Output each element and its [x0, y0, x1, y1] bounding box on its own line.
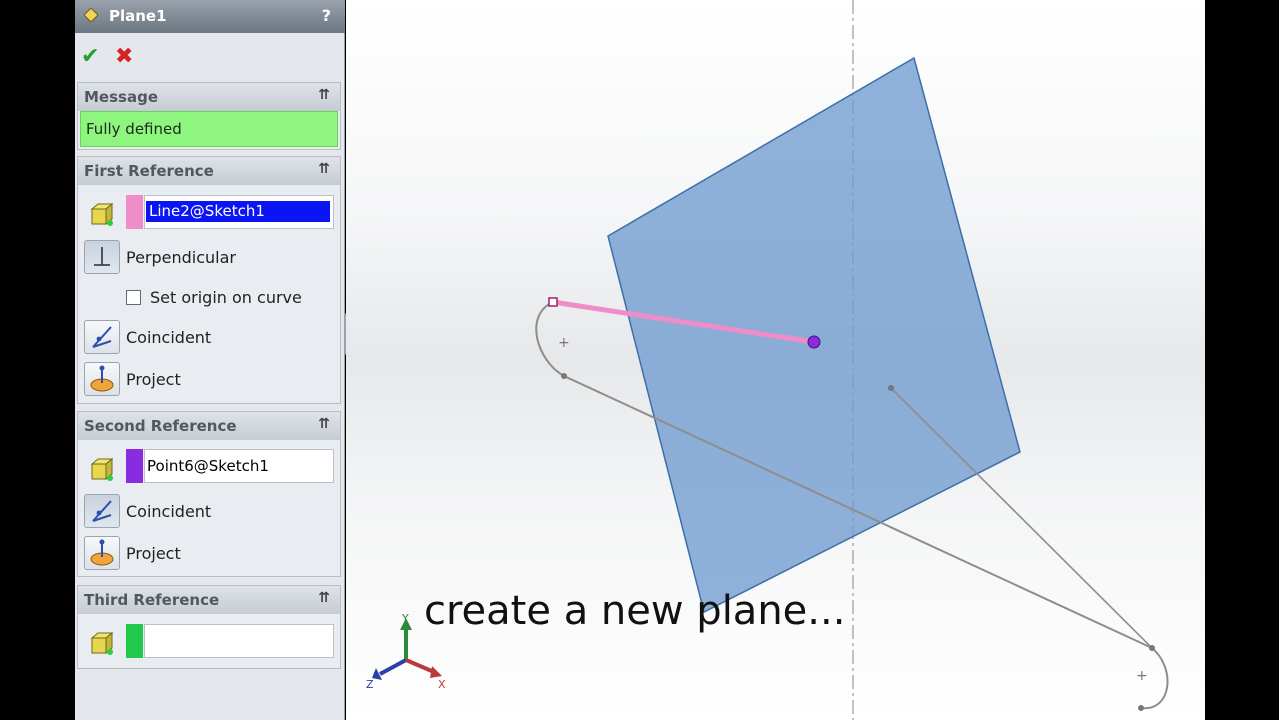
- plane-feature-icon: [84, 8, 98, 22]
- coincident-button[interactable]: [84, 320, 120, 354]
- panel-title: Plane1: [109, 7, 167, 25]
- third-reference-selection-box[interactable]: [144, 624, 334, 658]
- project-icon: [90, 539, 114, 566]
- third-reference-title: Third Reference: [84, 591, 220, 609]
- coincident-button[interactable]: [84, 494, 120, 528]
- third-reference-color-swatch: [126, 624, 143, 658]
- cancel-button[interactable]: ✖: [115, 44, 133, 69]
- set-origin-checkbox[interactable]: [126, 290, 141, 305]
- arc-center-mark: +: [1136, 668, 1148, 684]
- sketch-point[interactable]: [888, 385, 894, 391]
- sketch-point[interactable]: [1138, 705, 1144, 711]
- reference-cube-icon[interactable]: [86, 454, 116, 484]
- sketch-point[interactable]: [561, 373, 567, 379]
- property-manager-panel: Plane1 ? ✔ ✖ Message ⇈ Fully defined Fir…: [75, 0, 345, 720]
- second-reference-value: Point6@Sketch1: [147, 457, 269, 475]
- message-group-header[interactable]: Message ⇈: [78, 83, 340, 111]
- right-letterbox: [1205, 0, 1279, 720]
- collapse-icon[interactable]: ⇈: [318, 87, 330, 103]
- second-reference-selection-box[interactable]: Point6@Sketch1: [144, 449, 334, 483]
- project-label: Project: [126, 370, 181, 389]
- second-reference-title: Second Reference: [84, 417, 237, 435]
- help-button[interactable]: ?: [322, 6, 331, 25]
- status-message: Fully defined: [80, 111, 338, 147]
- coincident-icon: [92, 326, 112, 348]
- perpendicular-label: Perpendicular: [126, 248, 237, 267]
- set-origin-label: Set origin on curve: [150, 288, 302, 307]
- selected-point-point6[interactable]: [807, 335, 821, 349]
- perpendicular-button[interactable]: [84, 240, 120, 274]
- second-reference-color-swatch: [126, 449, 143, 483]
- collapse-icon[interactable]: ⇈: [318, 161, 330, 177]
- third-reference-group: Third Reference ⇈: [77, 585, 341, 669]
- first-reference-title: First Reference: [84, 162, 214, 180]
- graphics-area[interactable]: + + Y Z X create a new plane...: [346, 0, 1205, 720]
- video-caption: create a new plane...: [424, 588, 846, 634]
- panel-titlebar: Plane1 ?: [75, 0, 345, 33]
- line-endpoint-handle[interactable]: [548, 297, 558, 307]
- reference-plane[interactable]: [607, 56, 1021, 614]
- collapse-icon[interactable]: ⇈: [318, 416, 330, 432]
- project-label: Project: [126, 544, 181, 563]
- triad-y-label: Y: [401, 612, 409, 625]
- coincident-label: Coincident: [126, 328, 212, 347]
- reference-cube-icon[interactable]: [86, 628, 116, 658]
- project-button[interactable]: [84, 536, 120, 570]
- reference-cube-icon[interactable]: [86, 199, 116, 229]
- second-reference-header[interactable]: Second Reference ⇈: [78, 412, 340, 440]
- sketch-line[interactable]: [890, 387, 1153, 649]
- message-group: Message ⇈ Fully defined: [77, 82, 341, 150]
- triad-x-label: X: [438, 678, 446, 691]
- coincident-label: Coincident: [126, 502, 212, 521]
- second-reference-group: Second Reference ⇈ Point6@Sketch1 Coinci…: [77, 411, 341, 577]
- first-reference-selection-box[interactable]: Line2@Sketch1: [144, 195, 334, 229]
- first-reference-value: Line2@Sketch1: [146, 201, 330, 222]
- project-icon: [90, 365, 114, 392]
- perpendicular-icon: [94, 247, 110, 266]
- status-message-text: Fully defined: [86, 120, 182, 138]
- left-letterbox: [0, 0, 75, 720]
- sketch-point[interactable]: [1149, 645, 1155, 651]
- first-reference-group: First Reference ⇈ Line2@Sketch1 Perpendi…: [77, 156, 341, 404]
- ok-button[interactable]: ✔: [81, 44, 99, 69]
- coincident-icon: [92, 500, 112, 522]
- arc-center-mark: +: [558, 335, 570, 351]
- triad-z-label: Z: [366, 678, 374, 691]
- message-group-title: Message: [84, 88, 158, 106]
- collapse-icon[interactable]: ⇈: [318, 590, 330, 606]
- first-reference-header[interactable]: First Reference ⇈: [78, 157, 340, 185]
- third-reference-header[interactable]: Third Reference ⇈: [78, 586, 340, 614]
- first-reference-color-swatch: [126, 195, 143, 229]
- project-button[interactable]: [84, 362, 120, 396]
